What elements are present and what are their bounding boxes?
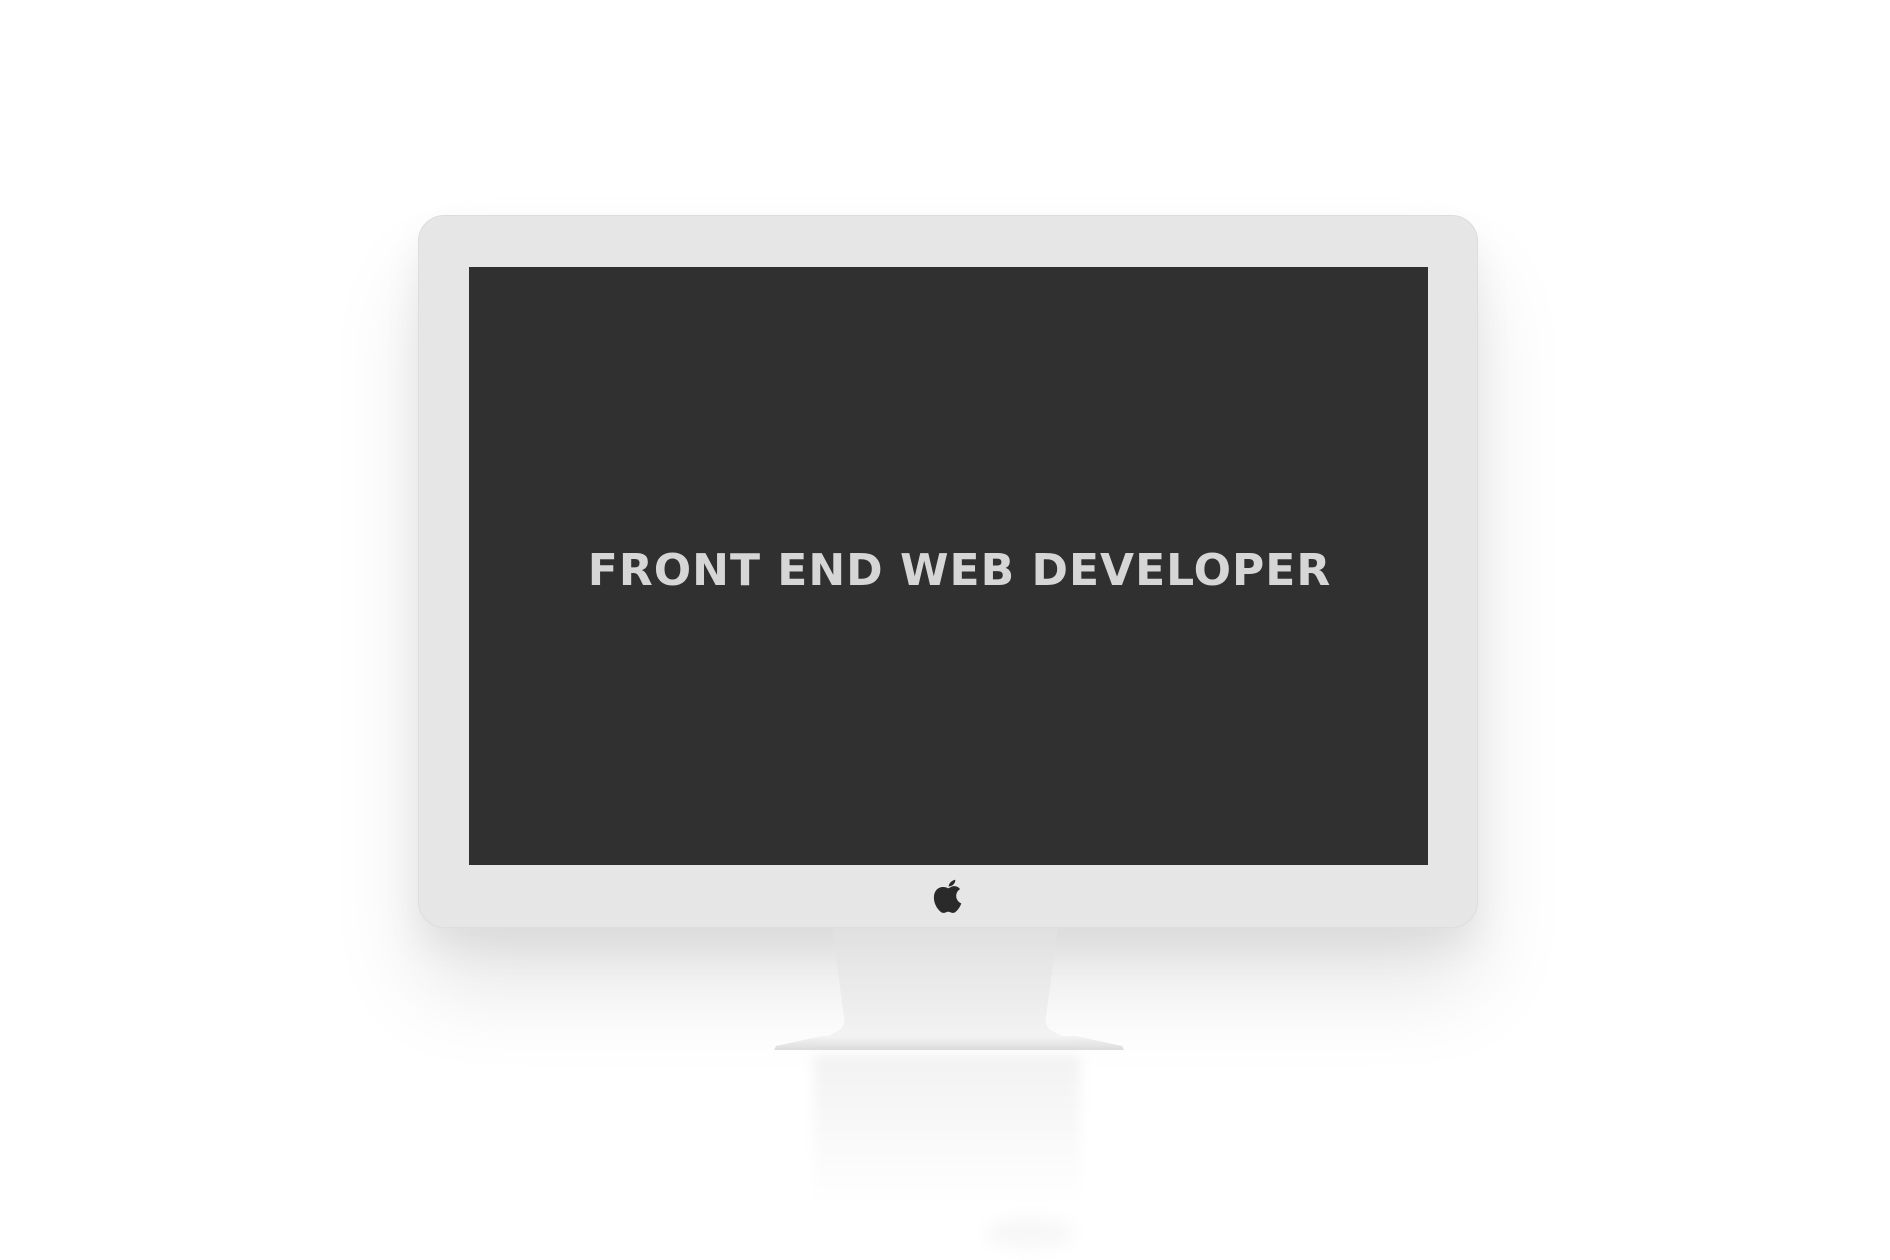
monitor-screen: FRONT END WEB DEVELOPER xyxy=(469,267,1428,865)
monitor-stand-neck xyxy=(820,928,1070,1048)
stand-reflection xyxy=(814,1056,1080,1206)
floor-shadow xyxy=(985,1218,1075,1248)
screen-headline: FRONT END WEB DEVELOPER xyxy=(587,545,1332,596)
monitor-bezel: FRONT END WEB DEVELOPER xyxy=(418,215,1478,928)
monitor-stand-base xyxy=(774,1036,1124,1056)
page-background: FRONT END WEB DEVELOPER xyxy=(0,0,1890,1260)
apple-logo-icon xyxy=(931,877,965,915)
